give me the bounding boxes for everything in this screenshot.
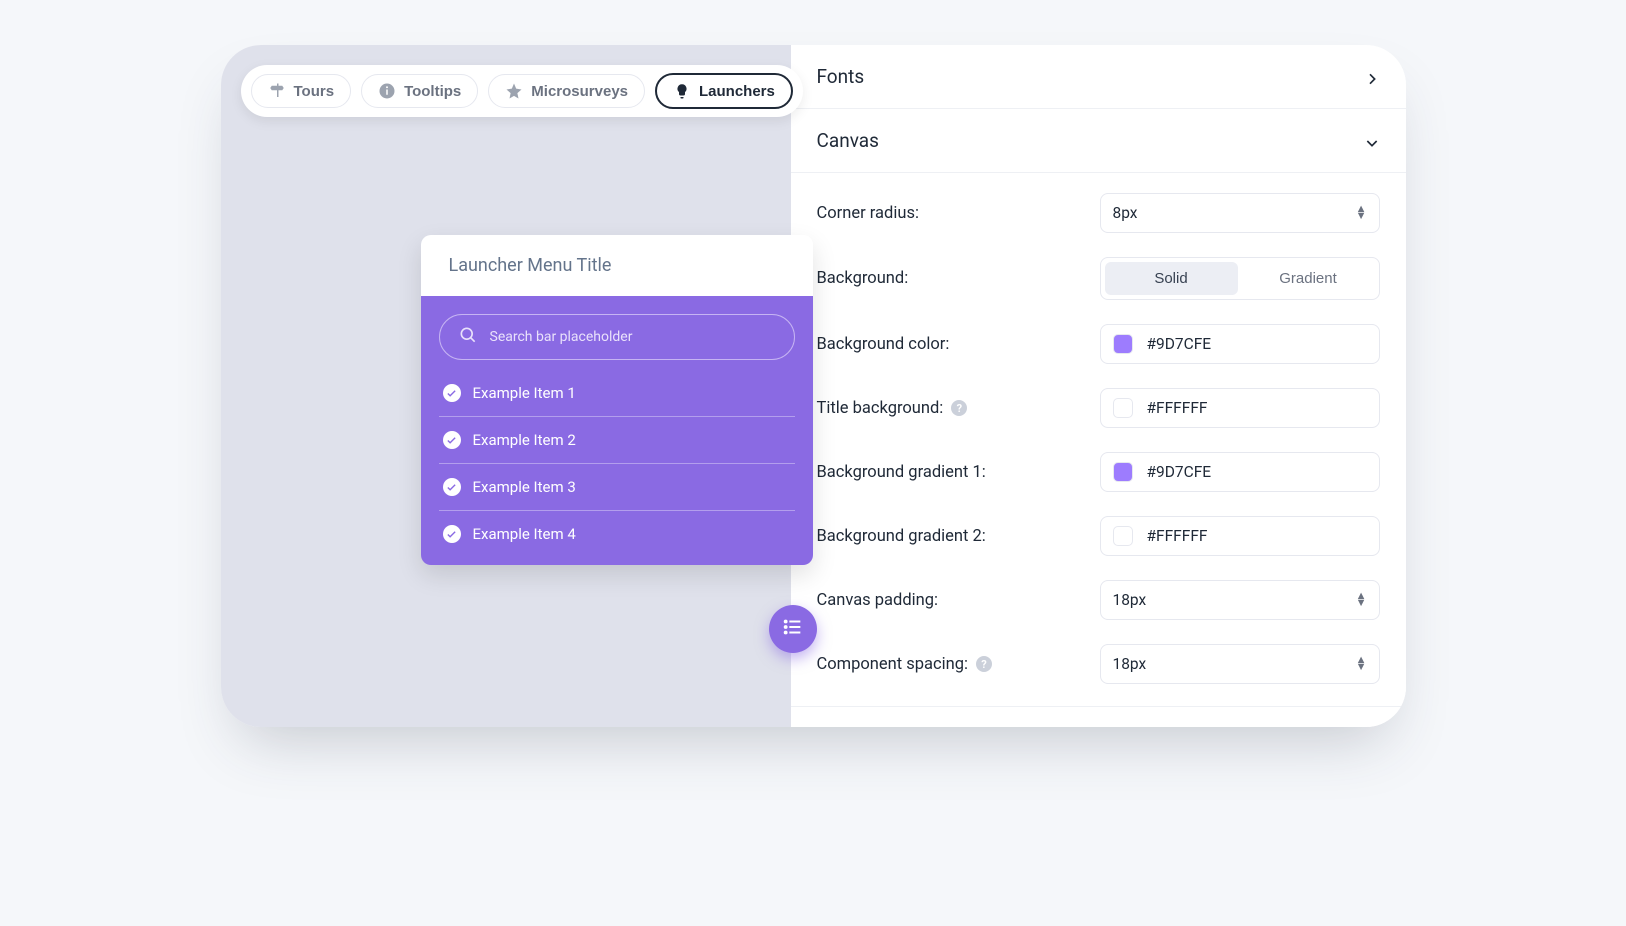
stepper-arrows-icon[interactable]: ▲▼ bbox=[1356, 206, 1367, 219]
list-item[interactable]: Example Item 4 bbox=[439, 511, 795, 557]
canvas-section-body: Corner radius: 8px ▲▼ Background: Solid … bbox=[791, 173, 1406, 706]
chevron-down-icon bbox=[1364, 133, 1380, 149]
row-corner-radius: Corner radius: 8px ▲▼ bbox=[791, 181, 1406, 245]
search-input[interactable]: Search bar placeholder bbox=[439, 314, 795, 360]
section-title: Fonts bbox=[817, 65, 865, 88]
launcher-fab-button[interactable] bbox=[769, 605, 817, 653]
launcher-preview: Launcher Menu Title Search bar placehold… bbox=[421, 235, 813, 565]
settings-pane: Fonts Canvas Corner radius: 8px ▲▼ Backg… bbox=[791, 45, 1406, 727]
launcher-title: Launcher Menu Title bbox=[421, 235, 813, 296]
check-icon bbox=[443, 525, 461, 543]
tab-label: Tooltips bbox=[404, 83, 461, 100]
bg-color-input[interactable]: #9D7CFE bbox=[1100, 324, 1380, 364]
info-icon bbox=[378, 82, 396, 100]
title-bg-input[interactable]: #FFFFFF bbox=[1100, 388, 1380, 428]
list-item-label: Example Item 3 bbox=[473, 478, 576, 496]
preview-pane: Tours Tooltips Microsurveys Launchers bbox=[221, 45, 791, 727]
tab-microsurveys[interactable]: Microsurveys bbox=[488, 74, 645, 108]
background-solid-button[interactable]: Solid bbox=[1105, 262, 1238, 295]
row-bg-color: Background color: #9D7CFE bbox=[791, 312, 1406, 376]
background-segmented: Solid Gradient bbox=[1100, 257, 1380, 300]
title-bg-label: Title background: ? bbox=[817, 399, 968, 418]
tab-tooltips[interactable]: Tooltips bbox=[361, 74, 478, 108]
list-icon bbox=[782, 616, 804, 642]
help-icon[interactable]: ? bbox=[976, 656, 992, 672]
check-icon bbox=[443, 384, 461, 402]
lightbulb-icon bbox=[673, 82, 691, 100]
grad2-input[interactable]: #FFFFFF bbox=[1100, 516, 1380, 556]
section-title: Canvas bbox=[817, 129, 879, 152]
padding-value: 18px bbox=[1113, 591, 1147, 609]
padding-label: Canvas padding: bbox=[817, 591, 939, 610]
tab-launchers[interactable]: Launchers bbox=[655, 73, 793, 109]
tab-tours[interactable]: Tours bbox=[251, 74, 352, 108]
signpost-icon bbox=[268, 82, 286, 100]
spacing-label: Component spacing: ? bbox=[817, 655, 993, 674]
row-title-bg: Title background: ? #FFFFFF bbox=[791, 376, 1406, 440]
grad2-value: #FFFFFF bbox=[1147, 527, 1208, 545]
grad2-label: Background gradient 2: bbox=[817, 527, 986, 546]
list-item[interactable]: Example Item 3 bbox=[439, 464, 795, 511]
check-icon bbox=[443, 478, 461, 496]
grad1-label: Background gradient 1: bbox=[817, 463, 986, 482]
check-icon bbox=[443, 431, 461, 449]
help-icon[interactable]: ? bbox=[951, 400, 967, 416]
row-grad1: Background gradient 1: #9D7CFE bbox=[791, 440, 1406, 504]
search-placeholder: Search bar placeholder bbox=[490, 329, 633, 345]
section-buttons[interactable]: Buttons bbox=[791, 706, 1406, 727]
app-card: Tours Tooltips Microsurveys Launchers bbox=[221, 45, 1406, 727]
corner-radius-value: 8px bbox=[1113, 204, 1138, 222]
tab-label: Launchers bbox=[699, 83, 775, 100]
chevron-right-icon bbox=[1364, 69, 1380, 85]
bg-color-value: #9D7CFE bbox=[1147, 335, 1212, 353]
spacing-stepper[interactable]: 18px ▲▼ bbox=[1100, 644, 1380, 684]
search-icon bbox=[458, 325, 478, 349]
row-background: Background: Solid Gradient bbox=[791, 245, 1406, 312]
color-swatch bbox=[1113, 398, 1133, 418]
row-spacing: Component spacing: ? 18px ▲▼ bbox=[791, 632, 1406, 696]
launcher-body: Search bar placeholder Example Item 1 Ex… bbox=[421, 296, 813, 565]
background-gradient-button[interactable]: Gradient bbox=[1242, 262, 1375, 295]
star-icon bbox=[505, 82, 523, 100]
row-grad2: Background gradient 2: #FFFFFF bbox=[791, 504, 1406, 568]
spacing-value: 18px bbox=[1113, 655, 1147, 673]
corner-radius-label: Corner radius: bbox=[817, 204, 919, 223]
tab-label: Tours bbox=[294, 83, 335, 100]
stepper-arrows-icon[interactable]: ▲▼ bbox=[1356, 593, 1367, 606]
list-item-label: Example Item 1 bbox=[473, 384, 576, 402]
row-padding: Canvas padding: 18px ▲▼ bbox=[791, 568, 1406, 632]
section-canvas[interactable]: Canvas bbox=[791, 109, 1406, 173]
list-item[interactable]: Example Item 2 bbox=[439, 417, 795, 464]
list-item-label: Example Item 4 bbox=[473, 525, 576, 543]
section-fonts[interactable]: Fonts bbox=[791, 45, 1406, 109]
color-swatch bbox=[1113, 334, 1133, 354]
corner-radius-stepper[interactable]: 8px ▲▼ bbox=[1100, 193, 1380, 233]
grad1-input[interactable]: #9D7CFE bbox=[1100, 452, 1380, 492]
bg-color-label: Background color: bbox=[817, 335, 950, 354]
color-swatch bbox=[1113, 462, 1133, 482]
tab-bar: Tours Tooltips Microsurveys Launchers bbox=[241, 65, 803, 117]
background-label: Background: bbox=[817, 269, 909, 288]
stepper-arrows-icon[interactable]: ▲▼ bbox=[1356, 657, 1367, 670]
padding-stepper[interactable]: 18px ▲▼ bbox=[1100, 580, 1380, 620]
list-item[interactable]: Example Item 1 bbox=[439, 370, 795, 417]
list-item-label: Example Item 2 bbox=[473, 431, 576, 449]
color-swatch bbox=[1113, 526, 1133, 546]
grad1-value: #9D7CFE bbox=[1147, 463, 1212, 481]
title-bg-value: #FFFFFF bbox=[1147, 399, 1208, 417]
tab-label: Microsurveys bbox=[531, 83, 628, 100]
